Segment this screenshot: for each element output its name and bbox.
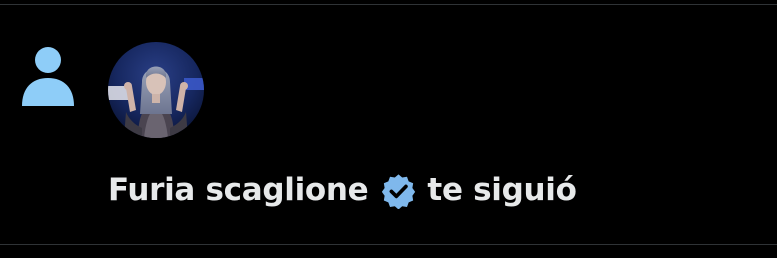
follow-notification[interactable]: Furia scaglione te siguió	[0, 0, 777, 258]
user-display-name[interactable]: Furia scaglione	[108, 172, 369, 208]
notification-message: Furia scaglione te siguió	[108, 168, 577, 212]
follow-action-text: te siguió	[427, 172, 577, 208]
verified-badge-icon	[382, 173, 416, 209]
bottom-divider	[0, 244, 777, 245]
top-divider	[0, 4, 777, 5]
person-icon	[22, 47, 74, 106]
user-avatar[interactable]	[108, 42, 204, 138]
